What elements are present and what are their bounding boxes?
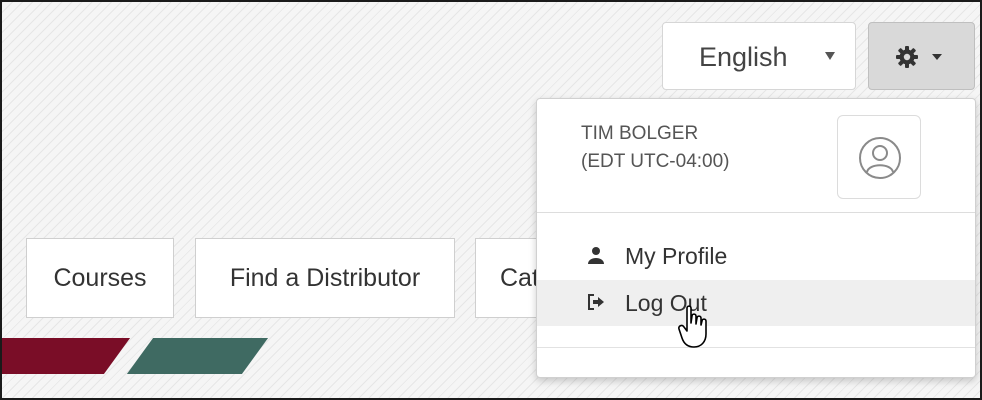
menu-divider <box>537 347 975 348</box>
sign-out-icon <box>588 294 604 310</box>
brand-stripe-teal <box>126 338 269 374</box>
chevron-down-icon <box>932 54 942 60</box>
gear-icon <box>896 46 918 68</box>
dropdown-caret-icon <box>825 52 835 60</box>
menu-item-label: My Profile <box>625 243 728 269</box>
settings-button[interactable] <box>868 22 975 90</box>
user-dropdown-menu: TIM BOLGER (EDT UTC-04:00) My Profile Lo… <box>536 98 976 378</box>
user-icon <box>588 247 604 264</box>
language-select-value: English <box>699 42 788 72</box>
nav-courses-button[interactable]: Courses <box>26 238 174 318</box>
user-timezone: (EDT UTC-04:00) <box>581 151 730 172</box>
menu-item-label: Log Out <box>625 290 707 316</box>
avatar[interactable] <box>837 115 921 199</box>
menu-item-log-out[interactable]: Log Out <box>537 280 975 326</box>
user-name: TIM BOLGER <box>581 123 699 144</box>
nav-find-distributor-button[interactable]: Find a Distributor <box>195 238 455 318</box>
screenshot-frame: English Courses Find a Distributor Cat T… <box>0 0 982 400</box>
brand-stripe-red <box>2 338 131 374</box>
menu-item-my-profile[interactable]: My Profile <box>537 233 975 279</box>
menu-divider <box>537 212 975 213</box>
language-select[interactable]: English <box>662 22 856 90</box>
user-circle-icon <box>859 137 901 179</box>
